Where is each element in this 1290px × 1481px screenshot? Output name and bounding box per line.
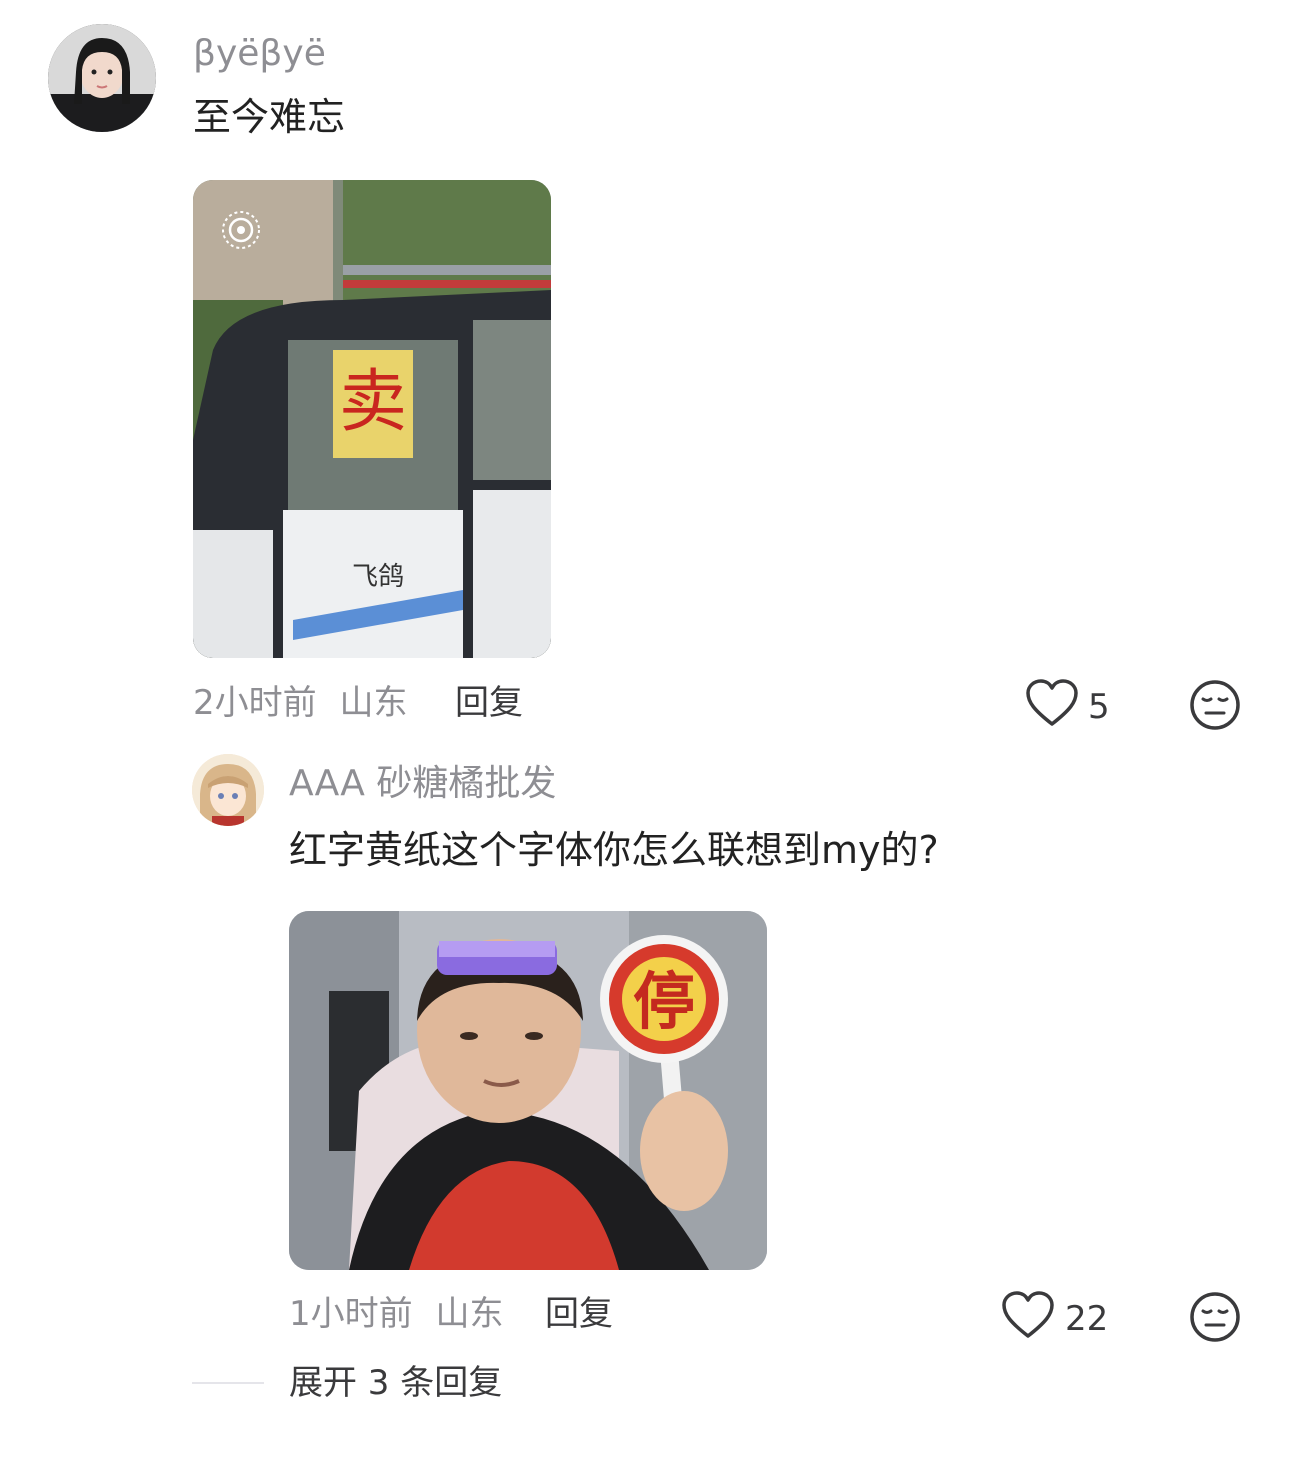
comment-2-reply-button[interactable]: 回复 (545, 1293, 613, 1335)
svg-text:卖: 卖 (339, 363, 407, 442)
comment-2-like-count: 22 (1065, 1299, 1109, 1339)
expand-replies-divider (192, 1382, 264, 1384)
comment-2-meta: 1小时前 山东 (289, 1293, 503, 1335)
heart-icon (1002, 1291, 1054, 1338)
comment-1-dislike-button[interactable] (1188, 678, 1242, 732)
svg-text:飞鸽: 飞鸽 (352, 562, 404, 592)
comment-2-image[interactable]: 停 (289, 911, 767, 1270)
comment-2-like-button[interactable] (1000, 1290, 1056, 1342)
comment-2-time: 1小时前 (289, 1294, 413, 1334)
comment-2-location: 山东 (435, 1294, 504, 1334)
car-photo: 卖 飞鸽 (193, 180, 551, 658)
expand-replies-button[interactable]: 展开 3 条回复 (289, 1362, 502, 1404)
comment-1-username[interactable]: βyëβyë (193, 32, 326, 76)
meh-face-icon (1190, 1292, 1240, 1342)
comment-1-text: 至今难忘 (193, 95, 346, 139)
svg-text:停: 停 (633, 965, 695, 1038)
comment-1-meta: 2小时前 山东 (193, 682, 407, 724)
comment-1-image[interactable]: 卖 飞鸽 (193, 180, 551, 658)
comment-2-dislike-button[interactable] (1188, 1290, 1242, 1344)
comment-1-like-button[interactable] (1024, 678, 1080, 730)
heart-icon (1026, 679, 1078, 726)
comment-2-avatar[interactable] (192, 754, 264, 826)
comment-1-avatar[interactable] (48, 24, 156, 132)
comment-2-username[interactable]: AAA 砂糖橘批发 (289, 762, 556, 806)
comment-1-location: 山东 (339, 683, 408, 723)
user-avatar-photo (48, 24, 156, 132)
comment-1-like-count: 5 (1088, 687, 1110, 727)
comment-1-reply-button[interactable]: 回复 (455, 682, 523, 724)
person-stop-sign-photo: 停 (289, 911, 767, 1270)
anime-avatar (192, 754, 264, 826)
comment-1-time: 2小时前 (193, 683, 317, 723)
meh-face-icon (1190, 680, 1240, 730)
comment-2-text: 红字黄纸这个字体你怎么联想到my的? (289, 828, 939, 872)
